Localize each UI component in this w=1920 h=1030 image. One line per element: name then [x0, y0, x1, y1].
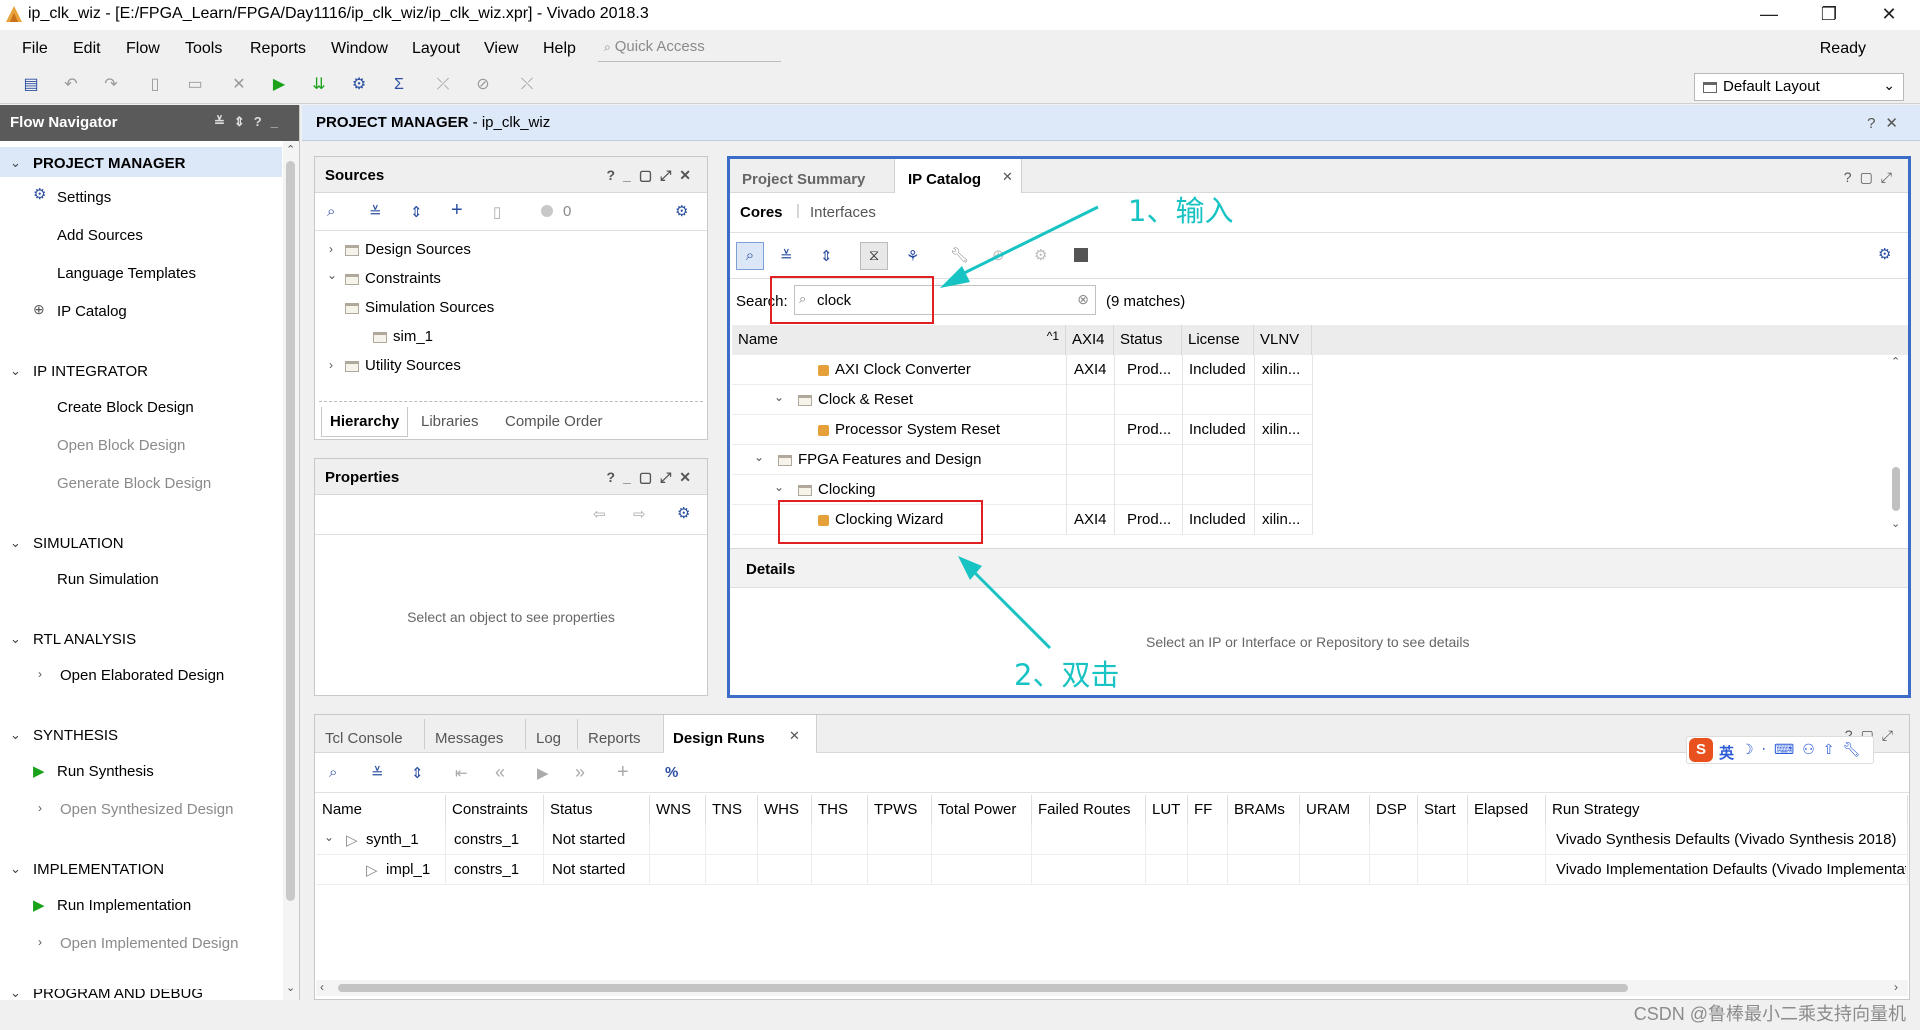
first-icon[interactable]: ⇤: [455, 764, 468, 782]
table-row[interactable]: ⌄ ▷ synth_1 constrs_1 Not started Vivado…: [316, 825, 1908, 855]
runs-col-0[interactable]: Name: [316, 795, 446, 825]
collapse-all-icon[interactable]: ≚: [371, 764, 384, 782]
runs-toolbar: ⌕ ≚ ⇕ ⇤ « ▶ » + %: [315, 753, 1909, 793]
close-tab-icon[interactable]: ✕: [789, 728, 800, 744]
run-state-icon: ▷: [346, 832, 358, 849]
tab-reports[interactable]: Reports: [580, 724, 649, 753]
run-constraints: constrs_1: [454, 831, 520, 848]
runs-col-16[interactable]: Elapsed: [1468, 795, 1546, 825]
runs-col-divider: [811, 825, 812, 885]
bottom-tabs-bar: Tcl Console Messages Log Reports Design …: [315, 715, 1909, 753]
runs-col-11[interactable]: FF: [1188, 795, 1228, 825]
runs-col-divider: [1187, 825, 1188, 885]
table-row[interactable]: ▷ impl_1 constrs_1 Not started Vivado Im…: [316, 855, 1908, 885]
runs-col-5[interactable]: WHS: [758, 795, 812, 825]
runs-col-divider: [705, 825, 706, 885]
runs-col-divider: [1145, 825, 1146, 885]
runs-col-3[interactable]: WNS: [650, 795, 706, 825]
percent-icon[interactable]: %: [665, 764, 678, 781]
runs-col-2[interactable]: Status: [544, 795, 650, 825]
run-status: Not started: [552, 861, 626, 878]
tab-sep: [525, 719, 526, 749]
runs-col-divider: [1227, 825, 1228, 885]
previous-icon[interactable]: «: [495, 762, 505, 783]
run-name: synth_1: [366, 831, 419, 848]
runs-col-divider: [1545, 825, 1546, 885]
add-icon[interactable]: +: [617, 761, 629, 784]
annotation-step1: 1、输入: [1128, 194, 1234, 228]
runs-hscrollbar[interactable]: ‹ ›: [316, 980, 1908, 996]
arrow-head-1: [940, 266, 970, 288]
scroll-right-icon[interactable]: ›: [1894, 980, 1898, 994]
ime-mode[interactable]: 英: [1719, 742, 1734, 763]
runs-col-divider: [649, 825, 650, 885]
tab-sep: [424, 719, 425, 749]
run-status: Not started: [552, 831, 626, 848]
runs-col-divider: [1907, 825, 1908, 885]
annotation-step2: 2、双击: [1014, 658, 1120, 692]
run-constraints: constrs_1: [454, 861, 520, 878]
tab-design-runs[interactable]: Design Runs: [665, 724, 773, 753]
runs-col-4[interactable]: TNS: [706, 795, 758, 825]
runs-col-14[interactable]: DSP: [1370, 795, 1418, 825]
runs-col-7[interactable]: TPWS: [868, 795, 932, 825]
run-name: impl_1: [386, 861, 431, 878]
runs-col-1[interactable]: Constraints: [446, 795, 544, 825]
arrow-line-1: [949, 205, 1099, 282]
hscroll-thumb[interactable]: [338, 984, 1628, 992]
ime-toolbar[interactable]: S 英 ☽‧⌨⚇⇧🔧︎: [1686, 736, 1874, 764]
runs-col-divider: [1369, 825, 1370, 885]
runs-col-12[interactable]: BRAMs: [1228, 795, 1300, 825]
scroll-left-icon[interactable]: ‹: [320, 980, 324, 994]
play-icon[interactable]: ▶: [537, 764, 549, 782]
runs-col-10[interactable]: LUT: [1146, 795, 1188, 825]
runs-col-6[interactable]: THS: [812, 795, 868, 825]
chevron-down-icon[interactable]: ⌄: [324, 830, 334, 844]
runs-col-divider: [1467, 825, 1468, 885]
ime-icons[interactable]: ☽‧⌨⚇⇧🔧︎: [1741, 741, 1868, 758]
runs-col-13[interactable]: URAM: [1300, 795, 1370, 825]
runs-col-divider: [931, 825, 932, 885]
tab-messages[interactable]: Messages: [427, 724, 511, 753]
tab-log[interactable]: Log: [528, 724, 569, 753]
runs-col-divider: [757, 825, 758, 885]
arrow-line-2: [966, 564, 1052, 650]
tab-sep: [577, 719, 578, 749]
run-strategy: Vivado Synthesis Defaults (Vivado Synthe…: [1556, 831, 1897, 848]
run-state-icon: ▷: [366, 862, 378, 879]
next-icon[interactable]: »: [575, 762, 585, 783]
runs-col-divider: [543, 825, 544, 885]
runs-col-divider: [1299, 825, 1300, 885]
runs-col-divider: [867, 825, 868, 885]
runs-col-divider: [445, 825, 446, 885]
expand-all-icon[interactable]: ⇕: [411, 764, 424, 782]
search-icon[interactable]: ⌕: [329, 764, 337, 781]
run-strategy: Vivado Implementation Defaults (Vivado I…: [1556, 861, 1906, 878]
runs-col-divider: [1417, 825, 1418, 885]
watermark: CSDN @鲁棒最小二乘支持向量机: [1633, 1004, 1906, 1024]
runs-col-divider: [1031, 825, 1032, 885]
runs-col-17[interactable]: Run Strategy: [1546, 795, 1908, 825]
ime-logo-icon: S: [1689, 738, 1713, 762]
tab-tcl-console[interactable]: Tcl Console: [317, 724, 411, 753]
runs-col-15[interactable]: Start: [1418, 795, 1468, 825]
runs-col-9[interactable]: Failed Routes: [1032, 795, 1146, 825]
runs-col-8[interactable]: Total Power: [932, 795, 1032, 825]
